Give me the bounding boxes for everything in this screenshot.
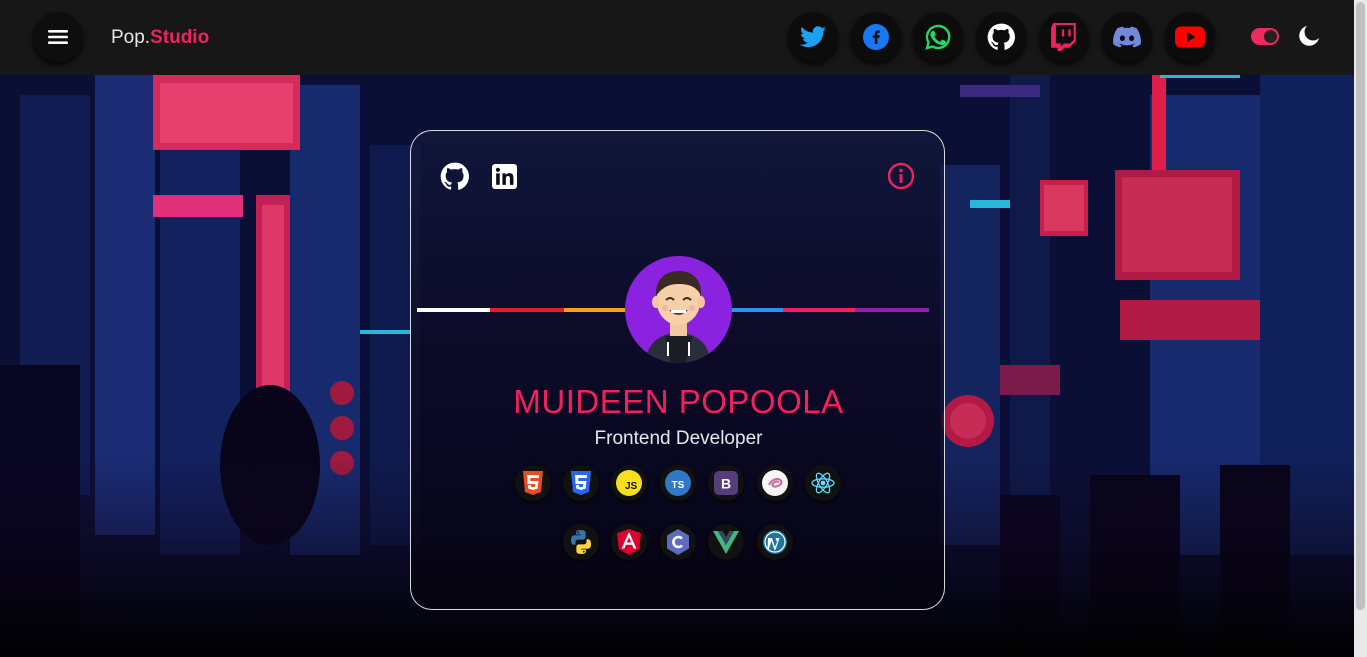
stripe-white xyxy=(417,308,490,312)
hamburger-icon xyxy=(48,30,68,44)
facebook-icon xyxy=(863,24,889,50)
javascript-icon: JS xyxy=(616,470,642,496)
toggle-icon xyxy=(1264,30,1277,43)
svg-text:TS: TS xyxy=(672,480,685,491)
wordpress-icon xyxy=(763,530,787,554)
github-button[interactable] xyxy=(976,12,1026,62)
css3-icon xyxy=(571,471,591,495)
info-icon xyxy=(887,162,915,190)
twitch-button[interactable] xyxy=(1039,12,1089,62)
brand-suffix: Studio xyxy=(150,27,210,48)
brand-prefix: Pop. xyxy=(111,27,151,48)
youtube-button[interactable] xyxy=(1165,12,1215,62)
html5-icon xyxy=(523,471,543,495)
twitch-icon xyxy=(1051,23,1076,51)
typescript-icon: TS xyxy=(665,470,691,496)
svg-text:B: B xyxy=(721,476,731,492)
menu-button[interactable] xyxy=(33,12,83,62)
stripe-orange xyxy=(564,308,626,312)
c-icon xyxy=(667,529,689,555)
stripe-red xyxy=(490,308,564,312)
github-icon xyxy=(987,23,1015,50)
stripe-purple xyxy=(855,308,929,312)
whatsapp-button[interactable] xyxy=(913,12,963,62)
skill-sass[interactable] xyxy=(757,465,793,501)
discord-icon xyxy=(1113,26,1141,48)
svg-text:JS: JS xyxy=(625,481,638,492)
twitter-button[interactable] xyxy=(788,12,838,62)
avatar xyxy=(625,256,732,363)
skill-wordpress[interactable] xyxy=(757,524,793,560)
youtube-icon xyxy=(1175,26,1205,48)
sass-icon xyxy=(762,470,788,496)
angular-icon xyxy=(617,529,641,555)
theme-toggle[interactable] xyxy=(1251,28,1279,45)
facebook-button[interactable] xyxy=(851,12,901,62)
profile-name: MUIDEEN POPOOLA xyxy=(513,383,844,420)
skill-react[interactable] xyxy=(805,465,841,501)
theme-mode-button[interactable] xyxy=(1297,24,1321,53)
skill-vue[interactable] xyxy=(708,524,744,560)
discord-button[interactable] xyxy=(1102,12,1152,62)
linkedin-icon xyxy=(491,163,517,189)
skill-javascript[interactable]: JS xyxy=(611,465,647,501)
profile-role: Frontend Developer xyxy=(594,428,763,449)
vue-icon xyxy=(713,530,739,554)
stripe-pink xyxy=(783,308,855,312)
card-github-link[interactable] xyxy=(439,161,469,191)
skill-python[interactable] xyxy=(563,524,599,560)
page-scrollbar[interactable] xyxy=(1354,0,1367,657)
skill-c[interactable] xyxy=(660,524,696,560)
skill-css3[interactable] xyxy=(563,465,599,501)
info-button[interactable] xyxy=(886,161,916,191)
skill-angular[interactable] xyxy=(611,524,647,560)
python-icon xyxy=(571,530,591,554)
profile-card: MUIDEEN POPOOLA Frontend Developer JS TS… xyxy=(410,130,945,610)
avatar-illustration xyxy=(645,271,711,363)
brand-logo[interactable]: Pop.Studio xyxy=(111,27,209,49)
bootstrap-icon: B xyxy=(714,471,738,495)
react-icon xyxy=(811,472,835,494)
scrollbar-thumb[interactable] xyxy=(1356,2,1365,610)
skill-typescript[interactable]: TS xyxy=(660,465,696,501)
twitter-icon xyxy=(800,26,826,48)
top-navbar: Pop.Studio xyxy=(0,0,1354,75)
whatsapp-icon xyxy=(925,24,951,50)
skill-bootstrap[interactable]: B xyxy=(708,465,744,501)
stripe-blue xyxy=(731,308,783,312)
moon-icon xyxy=(1299,26,1319,46)
skill-html5[interactable] xyxy=(515,465,551,501)
card-linkedin-link[interactable] xyxy=(489,161,519,191)
github-icon xyxy=(440,162,469,190)
